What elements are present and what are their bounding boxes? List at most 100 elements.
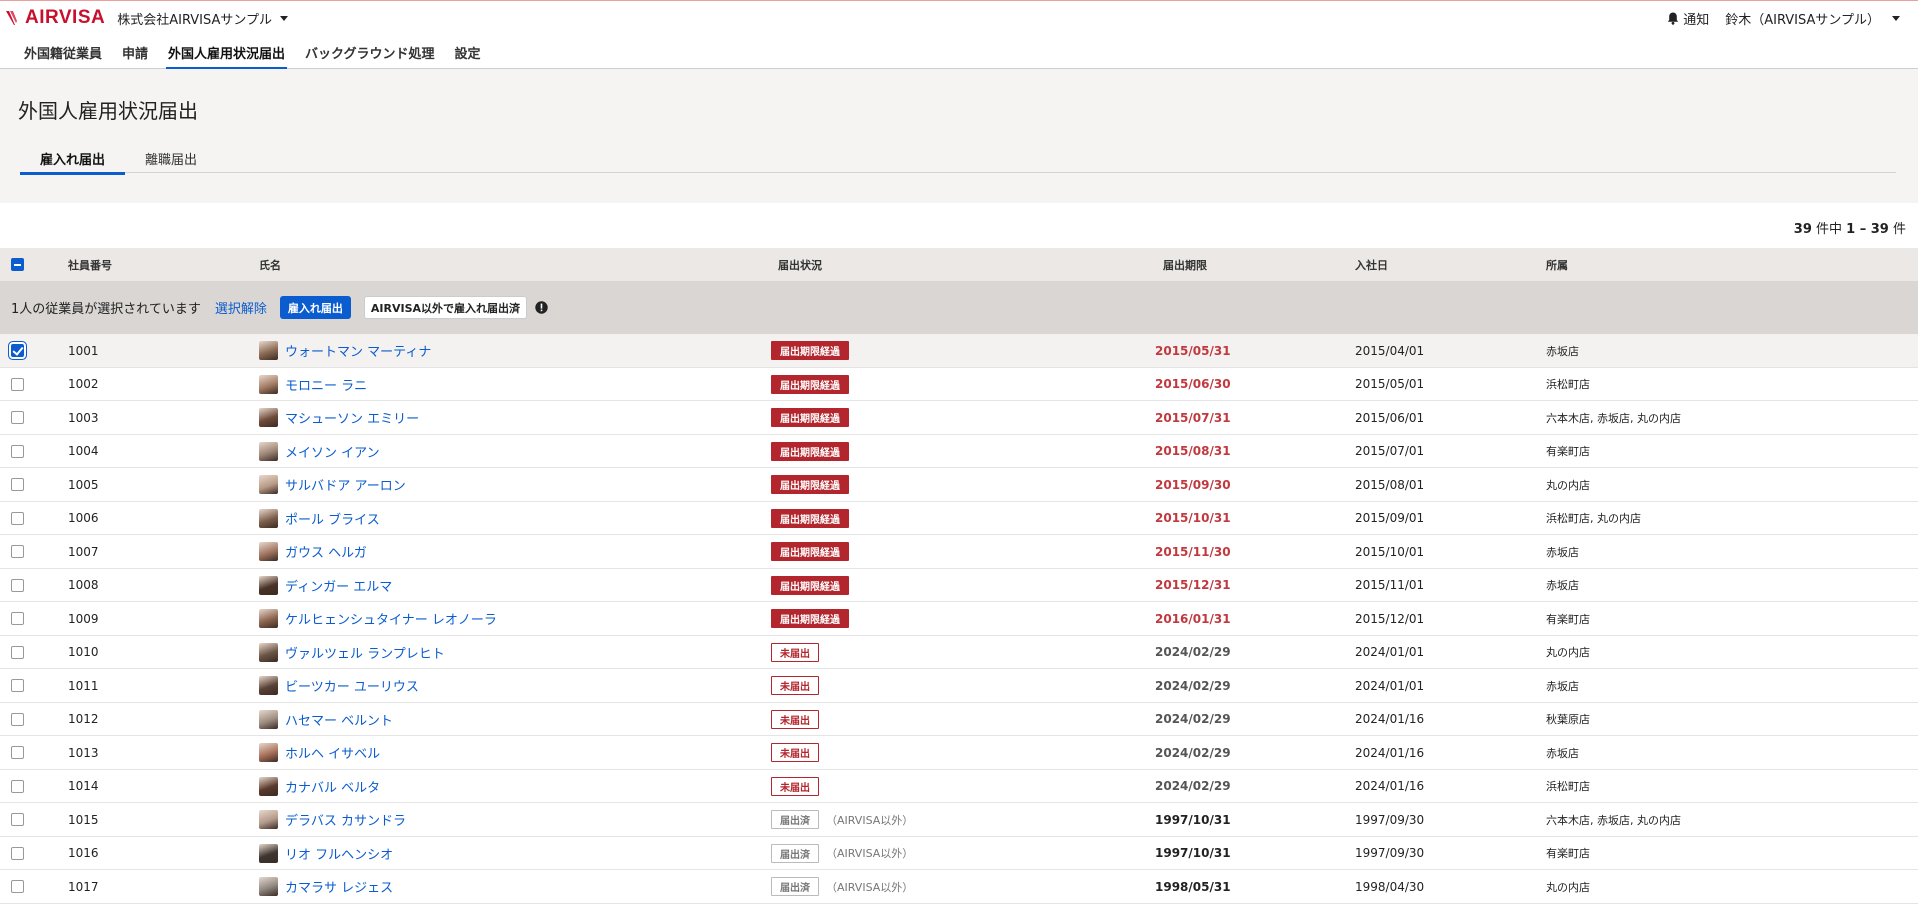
nav-item-1[interactable]: 申請 <box>112 35 158 69</box>
employee-name-link[interactable]: ウォートマン マーティナ <box>285 341 431 360</box>
nav-item-2[interactable]: 外国人雇用状況届出 <box>158 35 295 70</box>
employee-name-link[interactable]: ディンガー エルマ <box>285 576 392 595</box>
employee-id: 1005 <box>68 477 99 492</box>
employee-name-link[interactable]: メイソン イアン <box>285 442 380 461</box>
tab-1[interactable]: 離職届出 <box>125 144 217 173</box>
table-header: 社員番号 氏名 届出状況 届出期限 入社日 所属 <box>0 248 1918 281</box>
nav-item-4[interactable]: 設定 <box>445 35 491 69</box>
employee-name-link[interactable]: リオ フルヘンシオ <box>285 844 393 863</box>
table-row[interactable]: 1003 マシューソン エミリー 届出期限経過 2015/07/31 2015/06/0… <box>0 401 1918 435</box>
deadline: 2015/08/31 <box>1155 444 1231 458</box>
airvisa-logo[interactable]: AIRVISA <box>6 7 105 29</box>
row-checkbox[interactable] <box>11 578 24 592</box>
employee-id: 1016 <box>68 846 99 860</box>
col-header-status[interactable]: 届出状況 <box>778 248 822 281</box>
employee-name-link[interactable]: モロニー ラニ <box>285 375 367 394</box>
table-row[interactable]: 1006 ポール ブライス 届出期限経過 2015/10/31 2015/09/01 浜松… <box>0 501 1918 535</box>
col-header-deadline[interactable]: 届出期限 <box>1163 248 1207 281</box>
employee-name-link[interactable]: カマラサ レジェス <box>285 877 393 896</box>
clear-selection-link[interactable]: 選択解除 <box>215 298 267 317</box>
row-checkbox[interactable] <box>11 880 24 893</box>
table-row[interactable]: 1011 ビーツカー ユーリウス 未届出 2024/02/29 2024/01/01 赤坂… <box>0 669 1918 703</box>
deadline: 2015/09/30 <box>1155 477 1231 492</box>
hire-notification-button[interactable]: 雇入れ届出 <box>279 296 351 319</box>
table-row[interactable]: 1004 メイソン イアン 届出期限経過 2015/08/31 2015/07/01 有楽… <box>0 434 1918 468</box>
join-date: 2015/12/01 <box>1355 611 1425 626</box>
employee-id: 1008 <box>68 578 99 592</box>
department: 浜松町店, 丸の内店 <box>1546 512 1641 525</box>
department: 丸の内店 <box>1546 478 1590 492</box>
company-switcher[interactable]: 株式会社AIRVISAサンプル <box>117 9 289 28</box>
row-checkbox[interactable] <box>11 511 24 525</box>
tab-0[interactable]: 雇入れ届出 <box>20 144 126 175</box>
row-checkbox[interactable] <box>11 746 24 759</box>
employee-name-link[interactable]: ホルヘ イサベル <box>285 743 380 762</box>
employee-name-link[interactable]: ビーツカー ユーリウス <box>285 676 419 695</box>
row-checkbox[interactable] <box>11 846 24 860</box>
user-menu[interactable]: 鈴木（AIRVISAサンプル） <box>1725 9 1900 28</box>
col-header-join[interactable]: 入社日 <box>1355 248 1388 281</box>
row-checkbox[interactable] <box>11 712 24 726</box>
row-checkbox[interactable] <box>11 478 24 491</box>
status-badge: 届出期限経過 <box>771 441 849 461</box>
table-row[interactable]: 1016 リオ フルヘンシオ 届出済 （AIRVISA以外） 1997/10/31 199… <box>0 836 1918 870</box>
employee-name-link[interactable]: ハセマー ベルント <box>285 710 393 729</box>
employee-name-link[interactable]: ケルヒェンシュタイナー レオノーラ <box>285 609 497 628</box>
employee-name-link[interactable]: デラバス カサンドラ <box>285 810 406 829</box>
employee-id: 1002 <box>68 377 99 391</box>
employee-name-link[interactable]: ポール ブライス <box>285 509 380 528</box>
table-row[interactable]: 1005 サルバドア アーロン 届出期限経過 2015/09/30 2015/08/01… <box>0 468 1918 502</box>
join-date: 2015/08/01 <box>1355 477 1425 492</box>
page-header: 外国人雇用状況届出 雇入れ届出 離職届出 <box>0 69 1918 203</box>
employee-name-link[interactable]: マシューソン エミリー <box>285 408 419 427</box>
nav-item-3[interactable]: バックグラウンド処理 <box>295 35 444 69</box>
status-badge: 未届出 <box>771 676 819 695</box>
table-row[interactable]: 1015 デラバス カサンドラ 届出済 （AIRVISA以外） 1997/10/31 19… <box>0 803 1918 837</box>
row-checkbox[interactable] <box>11 813 24 826</box>
table-row[interactable]: 1009 ケルヒェンシュタイナー レオノーラ 届出期限経過 2016/01/31 201… <box>0 602 1918 636</box>
table-row[interactable]: 1012 ハセマー ベルント 未届出 2024/02/29 2024/01/16 秋葉原店 <box>0 702 1918 736</box>
notifications-button[interactable]: 通知 <box>1667 9 1709 28</box>
employee-name-link[interactable]: ヴァルツェル ランプレヒト <box>285 643 445 662</box>
col-header-id[interactable]: 社員番号 <box>68 248 112 281</box>
sub-tabs: 雇入れ届出 離職届出 <box>20 144 1896 175</box>
status-badge: 届出済 <box>771 843 819 863</box>
table-row[interactable]: 1010 ヴァルツェル ランプレヒト 未届出 2024/02/29 2024/01/01… <box>0 635 1918 669</box>
col-header-dept[interactable]: 所属 <box>1546 248 1568 281</box>
row-checkbox[interactable] <box>11 679 24 692</box>
row-checkbox[interactable] <box>11 545 24 558</box>
table-row[interactable]: 1008 ディンガー エルマ 届出期限経過 2015/12/31 2015/11/01 赤… <box>0 568 1918 602</box>
table-row[interactable]: 1007 ガウス ヘルガ 届出期限経過 2015/11/30 2015/10/01 赤坂店 <box>0 535 1918 569</box>
employee-name-link[interactable]: カナバル ベルタ <box>285 777 380 796</box>
select-all-checkbox[interactable] <box>11 258 24 271</box>
row-checkbox[interactable] <box>11 612 24 625</box>
table-row[interactable]: 1002 モロニー ラニ 届出期限経過 2015/06/30 2015/05/01 浜松町… <box>0 367 1918 401</box>
row-checkbox[interactable] <box>11 377 24 391</box>
status-badge: 届出期限経過 <box>771 508 849 528</box>
department: 有楽町店 <box>1546 847 1590 860</box>
row-checkbox[interactable] <box>11 444 24 458</box>
table-row[interactable]: 1017 カマラサ レジェス 届出済 （AIRVISA以外） 1998/05/31 199… <box>0 870 1918 904</box>
status-badge: 届出期限経過 <box>771 542 849 561</box>
table-row[interactable]: 1013 ホルヘ イサベル 未届出 2024/02/29 2024/01/16 赤坂店 <box>0 736 1918 770</box>
row-checkbox[interactable] <box>11 411 24 424</box>
employee-name-link[interactable]: サルバドア アーロン <box>285 475 406 494</box>
table-row[interactable]: 1001 ウォートマン マーティナ 届出期限経過 2015/05/31 2015/04/… <box>0 334 1918 368</box>
department: 赤坂店 <box>1546 579 1579 592</box>
info-icon[interactable] <box>535 301 548 314</box>
status-badge: 届出期限経過 <box>771 575 849 595</box>
col-header-name[interactable]: 氏名 <box>259 248 281 281</box>
row-checkbox[interactable] <box>11 779 24 793</box>
employee-name-link[interactable]: ガウス ヘルガ <box>285 542 367 561</box>
join-date: 2015/05/01 <box>1355 377 1425 391</box>
table-row[interactable]: 1014 カナバル ベルタ 未届出 2024/02/29 2024/01/16 浜松町店 <box>0 769 1918 803</box>
join-date: 2015/10/01 <box>1355 544 1425 559</box>
row-checkbox[interactable] <box>11 645 24 659</box>
avatar <box>259 341 278 360</box>
avatar <box>259 676 278 695</box>
notified-outside-button[interactable]: AIRVISA以外で雇入れ届出済 <box>363 296 528 319</box>
chevron-down-icon <box>1892 16 1900 21</box>
status-badge: 届出期限経過 <box>771 341 849 360</box>
row-checkbox[interactable] <box>11 344 24 357</box>
nav-item-0[interactable]: 外国籍従業員 <box>14 35 112 69</box>
